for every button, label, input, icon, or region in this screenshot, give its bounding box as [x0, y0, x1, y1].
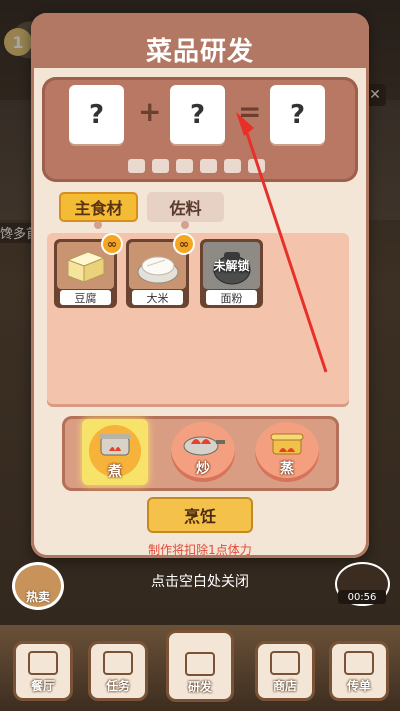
task-icon — [103, 651, 133, 675]
hot-sale-button[interactable]: 热卖 — [12, 562, 64, 610]
timer-text: 00:56 — [338, 590, 386, 604]
nav-tasks[interactable]: 任务 — [88, 641, 148, 701]
research-icon — [185, 652, 215, 676]
nav-flyer[interactable]: 传单 — [329, 641, 389, 701]
nav-research[interactable]: 研发 — [166, 630, 234, 702]
nav-restaurant[interactable]: 餐厅 — [13, 641, 73, 701]
restaurant-icon — [28, 651, 58, 675]
nav-shop[interactable]: 商店 — [255, 641, 315, 701]
tutorial-arrow-icon — [236, 112, 328, 373]
hot-sale-label: 热卖 — [25, 590, 50, 604]
flyer-icon — [344, 651, 374, 675]
shop-icon — [270, 651, 300, 675]
